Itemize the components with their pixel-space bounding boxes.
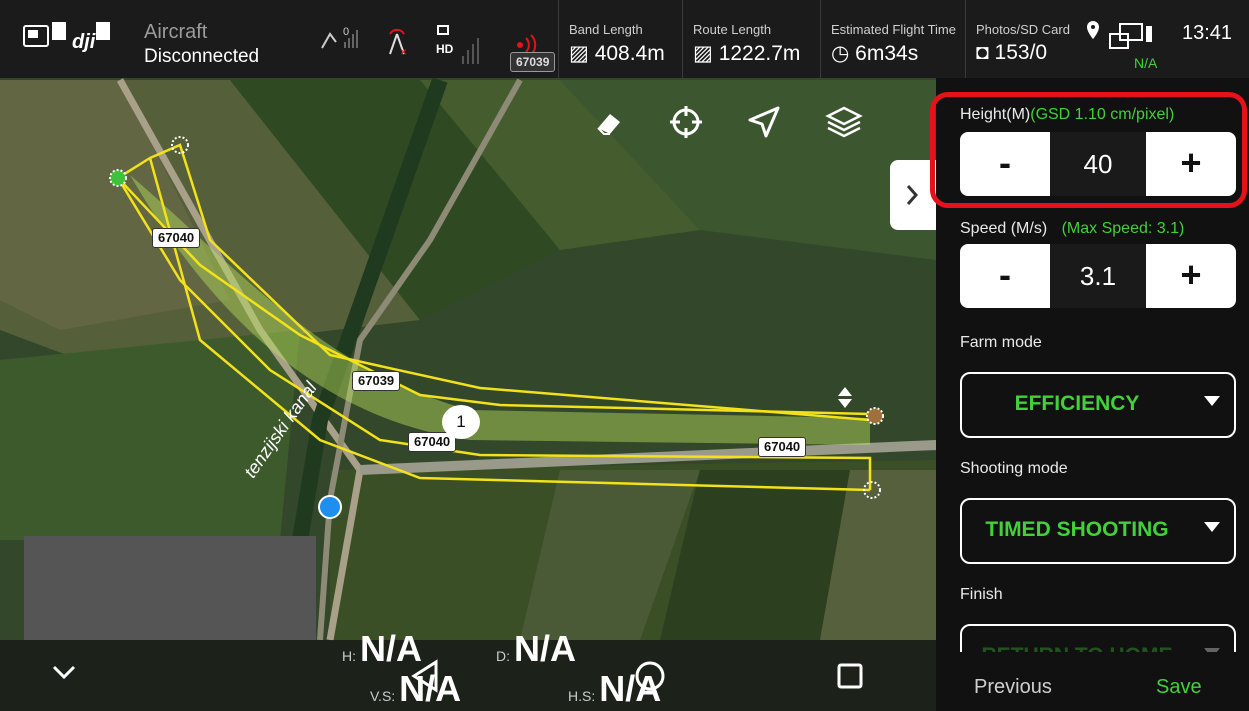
speed-stepper[interactable]: - 3.1 + <box>960 244 1236 308</box>
finish-value: RETURN TO HOME <box>962 644 1192 652</box>
map-tag: 67039 <box>510 52 556 72</box>
dropdown-caret-icon <box>1204 396 1220 406</box>
band-length-label: Band Length <box>569 22 643 37</box>
finish-select[interactable]: RETURN TO HOME <box>960 624 1236 652</box>
location-icon <box>1085 20 1101 40</box>
max-speed-label: (Max Speed: 3.1) <box>1061 220 1185 237</box>
speed-minus-button[interactable]: - <box>960 244 1050 308</box>
band-length-value: 408.4m <box>594 42 665 65</box>
shooting-mode-label: Shooting mode <box>960 460 1068 477</box>
antenna-icon: × <box>382 28 412 58</box>
flight-time-stat: Estimated Flight Time ◷ 6m34s <box>820 0 956 78</box>
h-key: H: <box>342 648 356 664</box>
rc-signal-value: 0 <box>343 26 350 38</box>
dji-logo-icon[interactable]: dji <box>22 18 114 58</box>
clock: 13:41 <box>1182 22 1233 44</box>
route-length-label: Route Length <box>693 22 772 37</box>
dropdown-caret-icon <box>1204 648 1220 652</box>
photos-stat: Photos/SD Card ◘ 153/0 <box>965 0 1070 78</box>
road-label: 67040 <box>152 228 201 248</box>
dropdown-caret-icon <box>1204 522 1220 532</box>
camera-icon: ◘ <box>976 41 989 64</box>
road-label: 67040 <box>758 437 807 457</box>
flight-time-value: 6m34s <box>855 42 919 65</box>
finish-label: Finish <box>960 586 1003 603</box>
svg-text:dji: dji <box>72 31 96 53</box>
hd-icon <box>436 24 450 38</box>
road-label: 67039 <box>352 371 401 391</box>
band-length-stat: Band Length ▨ 408.4m <box>558 0 665 78</box>
video-signal-icon <box>460 28 490 68</box>
route-icon: ▨ <box>693 42 713 65</box>
camera-preview[interactable] <box>24 536 316 640</box>
recents-icon[interactable] <box>836 662 864 690</box>
battery-na: N/A <box>1134 55 1158 71</box>
eraser-icon[interactable] <box>588 100 632 144</box>
start-waypoint <box>109 169 127 187</box>
shooting-mode-value: TIMED SHOOTING <box>985 518 1169 541</box>
svg-text:×: × <box>400 45 407 58</box>
top-status-bar: dji Aircraft Disconnected 0 × HD 67039 B… <box>0 0 1249 78</box>
speed-label: Speed (M/s) <box>960 220 1048 237</box>
route-length-stat: Route Length ▨ 1222.7m <box>682 0 800 78</box>
navigate-icon[interactable] <box>742 100 786 144</box>
hd-label: HD <box>436 42 454 56</box>
aircraft-status: Disconnected <box>144 46 260 67</box>
speed-value[interactable]: 3.1 <box>1050 244 1146 308</box>
hs-value: N/A <box>599 668 662 709</box>
flight-time-label: Estimated Flight Time <box>831 22 956 37</box>
layers-icon[interactable] <box>822 100 866 144</box>
d-key: D: <box>496 648 510 664</box>
aircraft-title: Aircraft <box>144 21 208 43</box>
route-length-value: 1222.7m <box>718 42 801 65</box>
crosshair-icon[interactable] <box>664 100 708 144</box>
shooting-mode-select[interactable]: TIMED SHOOTING <box>960 498 1236 564</box>
hs-key: H.S: <box>568 688 596 704</box>
height-highlight <box>930 92 1247 208</box>
vs-value: N/A <box>399 668 462 709</box>
clock-icon: ◷ <box>831 42 850 65</box>
speed-plus-button[interactable]: + <box>1146 244 1236 308</box>
chevron-down-icon[interactable] <box>50 662 78 682</box>
android-nav-bar <box>0 640 936 711</box>
farm-mode-value: EFFICIENCY <box>1014 392 1140 415</box>
cast-icon <box>1104 22 1154 56</box>
photos-value: 153/0 <box>994 41 1048 64</box>
vs-key: V.S: <box>370 688 396 704</box>
photos-label: Photos/SD Card <box>976 22 1070 37</box>
farm-mode-select[interactable]: EFFICIENCY <box>960 372 1236 438</box>
d-value: N/A <box>514 628 576 669</box>
h-value: N/A <box>360 628 422 669</box>
previous-button[interactable]: Previous <box>974 676 1052 699</box>
save-button[interactable]: Save <box>1156 676 1202 699</box>
waypoint-number[interactable]: 1 <box>442 405 480 439</box>
farm-mode-label: Farm mode <box>960 334 1042 351</box>
band-icon: ▨ <box>569 42 589 65</box>
remote-signal-icon <box>318 28 362 52</box>
